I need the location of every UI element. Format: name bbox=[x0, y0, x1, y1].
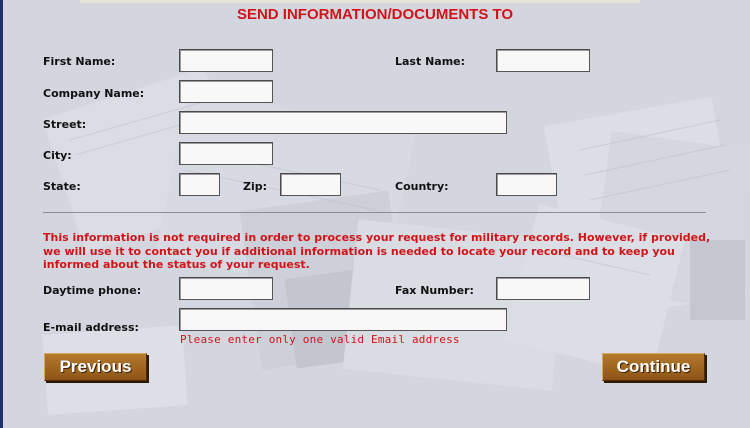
company-name-label: Company Name: bbox=[43, 87, 145, 100]
city-input[interactable] bbox=[179, 142, 273, 165]
street-label: Street: bbox=[43, 118, 87, 131]
zip-label: Zip: bbox=[243, 180, 268, 193]
daytime-phone-label: Daytime phone: bbox=[43, 284, 142, 297]
previous-button[interactable]: Previous bbox=[44, 353, 147, 381]
first-name-input[interactable] bbox=[179, 49, 273, 72]
email-address-label: E-mail address: bbox=[43, 321, 139, 334]
fax-number-label: Fax Number: bbox=[395, 284, 474, 297]
page-title: SEND INFORMATION/DOCUMENTS TO bbox=[236, 6, 514, 23]
email-address-input[interactable] bbox=[179, 308, 507, 331]
state-label: State: bbox=[43, 180, 81, 193]
section-divider bbox=[43, 212, 706, 213]
optional-info-notice: This information is not required in orde… bbox=[43, 231, 711, 271]
zip-input[interactable] bbox=[280, 173, 341, 196]
daytime-phone-input[interactable] bbox=[179, 277, 273, 300]
company-name-input[interactable] bbox=[179, 80, 273, 103]
country-input[interactable] bbox=[496, 173, 557, 196]
last-name-label: Last Name: bbox=[395, 55, 466, 68]
fax-number-input[interactable] bbox=[496, 277, 590, 300]
city-label: City: bbox=[43, 149, 72, 162]
last-name-input[interactable] bbox=[496, 49, 590, 72]
state-input[interactable] bbox=[179, 173, 220, 196]
email-hint-text: Please enter only one valid Email addres… bbox=[180, 333, 460, 346]
continue-button[interactable]: Continue bbox=[602, 353, 705, 381]
country-label: Country: bbox=[395, 180, 449, 193]
first-name-label: First Name: bbox=[43, 55, 116, 68]
street-input[interactable] bbox=[179, 111, 507, 134]
